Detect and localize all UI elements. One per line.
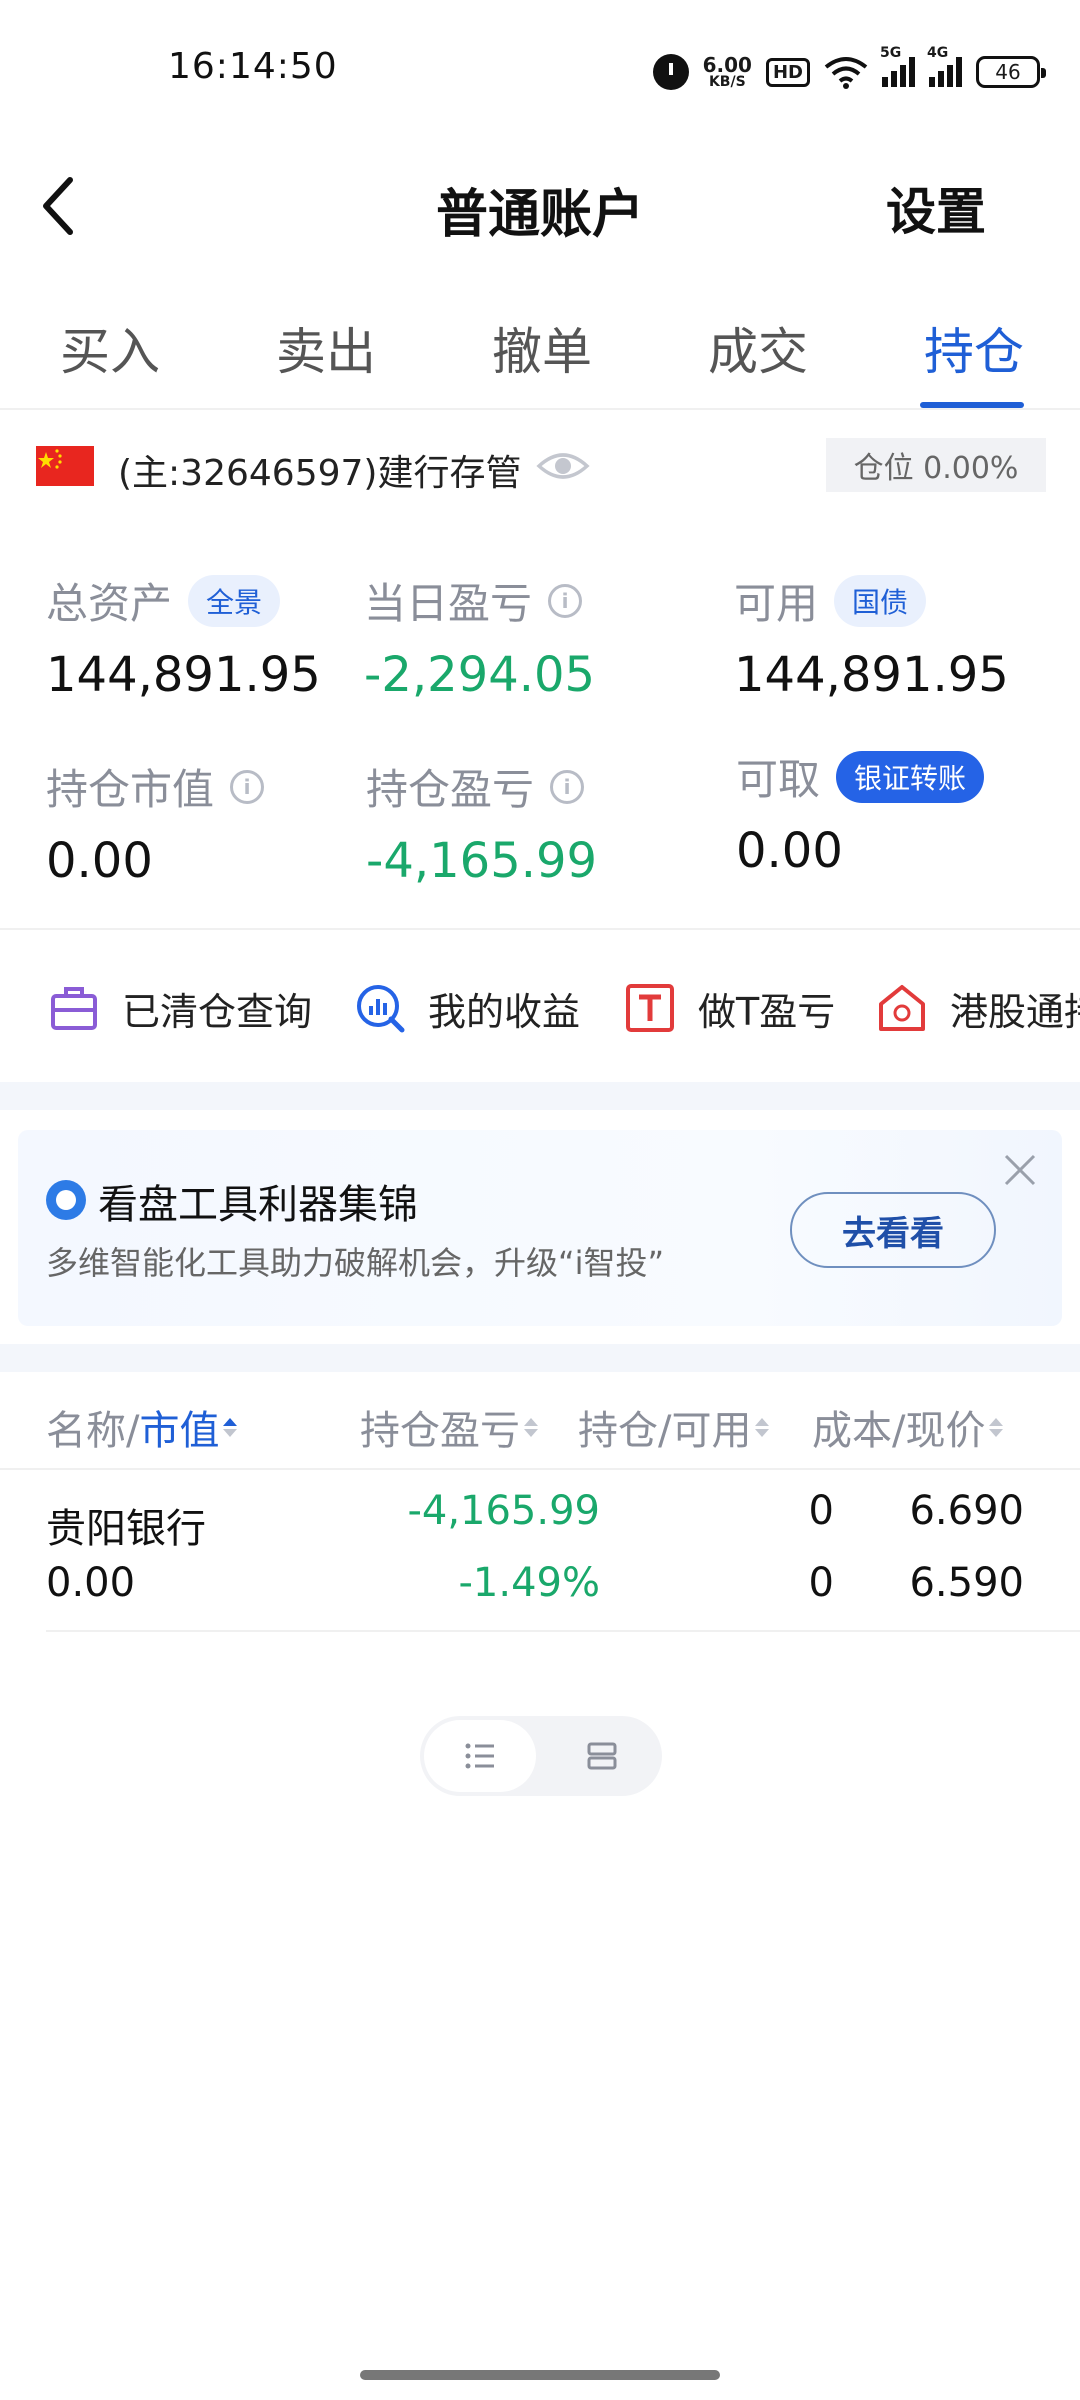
treasury-bond-chip[interactable]: 国债: [834, 574, 927, 627]
daily-pnl-label: 当日盈亏: [364, 579, 533, 628]
col-cost-price[interactable]: 成本/现价: [812, 1398, 1004, 1456]
position-ratio-pill: 仓位 0.00%: [826, 438, 1046, 492]
close-icon[interactable]: [1000, 1150, 1040, 1190]
quick-tools: 已清仓查询 我的收益 做T盈亏 港股通持: [0, 970, 1080, 1050]
market-value: 持仓市值 i 0.00: [46, 756, 265, 889]
tab-deals[interactable]: 成交: [708, 312, 808, 384]
hk-house-icon: [876, 982, 928, 1034]
market-value-value: 0.00: [46, 833, 153, 889]
stock-price: 6.590: [909, 1560, 1024, 1606]
stock-pnl-pct: -1.49%: [458, 1560, 600, 1606]
divider: [0, 928, 1080, 930]
total-assets: 总资产 全景 144,891.95: [46, 570, 321, 703]
table-row[interactable]: 贵阳银行 0.00 -4,165.99 -1.49% 0 0 6.690 6.5…: [46, 1470, 1080, 1632]
promo-banner[interactable]: 看盘工具利器集锦 多维智能化工具助力破解机会，升级“i智投” 去看看: [18, 1130, 1062, 1326]
withdrawable-label: 可取: [736, 755, 821, 804]
account-name[interactable]: (主:32646597)建行存管: [118, 444, 521, 496]
view-toggle: [420, 1716, 662, 1796]
signal-5g-icon: 5G: [880, 45, 915, 87]
tab-positions[interactable]: 持仓: [924, 312, 1024, 384]
sort-icon: [223, 1417, 238, 1437]
promo-subtitle: 多维智能化工具助力破解机会，升级“i智投”: [46, 1244, 665, 1282]
daily-pnl: 当日盈亏 i -2,294.05: [364, 570, 595, 703]
tab-buy[interactable]: 买入: [60, 312, 160, 384]
sort-icon: [524, 1417, 538, 1437]
active-tab-indicator: [920, 402, 1024, 408]
withdrawable-value: 0.00: [736, 823, 843, 879]
chart-search-icon: [354, 982, 406, 1034]
tool-cleared-positions[interactable]: 已清仓查询: [48, 978, 312, 1038]
info-icon[interactable]: i: [548, 583, 583, 618]
sort-icon: [755, 1417, 770, 1437]
eye-icon[interactable]: [536, 444, 590, 488]
alarm-icon: [652, 54, 689, 90]
tab-sell[interactable]: 卖出: [276, 312, 376, 384]
daily-pnl-value: -2,294.05: [364, 647, 596, 703]
tab-cancel[interactable]: 撤单: [492, 312, 592, 384]
available-label: 可用: [734, 579, 819, 628]
stock-position: 0: [808, 1488, 834, 1534]
info-icon[interactable]: i: [550, 769, 585, 804]
stock-cost: 6.690: [909, 1488, 1024, 1534]
hd-icon: HD: [765, 57, 810, 87]
settings-button[interactable]: 设置: [886, 172, 986, 244]
position-pnl-value: -4,165.99: [366, 833, 598, 889]
tool-hk-connect[interactable]: 港股通持: [876, 978, 1080, 1038]
holdings-table-header: 名称/市值 持仓盈亏 持仓/可用 成本/现价: [0, 1390, 1080, 1470]
stock-available: 0: [808, 1560, 834, 1606]
list-view-button[interactable]: [424, 1720, 536, 1792]
promo-go-button[interactable]: 去看看: [790, 1192, 996, 1268]
battery-icon: 46: [976, 56, 1046, 88]
market-value-label: 持仓市值: [46, 765, 215, 814]
total-assets-value: 144,891.95: [46, 647, 321, 703]
section-gap: [0, 1082, 1080, 1110]
position-pnl-label: 持仓盈亏: [366, 765, 535, 814]
list-icon: [465, 1743, 494, 1769]
china-flag-icon: [36, 446, 94, 486]
net-speed: 6.00 KB/S: [702, 53, 752, 90]
available-funds: 可用 国债 144,891.95: [734, 570, 1009, 703]
sort-icon: [989, 1417, 1004, 1437]
asset-summary: 总资产 全景 144,891.95 当日盈亏 i -2,294.05 可用 国债…: [0, 560, 1080, 920]
available-value: 144,891.95: [734, 647, 1009, 703]
t-box-icon: [624, 982, 676, 1034]
account-row: (主:32646597)建行存管 仓位 0.00%: [36, 438, 1046, 498]
stock-name: 贵阳银行: [46, 1506, 206, 1552]
card-view-button[interactable]: [546, 1720, 658, 1792]
card-icon: [587, 1742, 617, 1770]
status-icons: 6.00 KB/S HD 5G 4G 46: [652, 45, 1046, 96]
tool-my-earnings[interactable]: 我的收益: [354, 978, 580, 1038]
trade-tabs: 买入 卖出 撤单 成交 持仓: [0, 300, 1080, 410]
stock-pnl: -4,165.99: [407, 1488, 600, 1534]
briefcase-icon: [48, 982, 100, 1034]
section-gap: [0, 1344, 1080, 1372]
badge-icon: [46, 1180, 86, 1220]
stock-market-value: 0.00: [46, 1560, 136, 1606]
wifi-icon: [824, 55, 868, 89]
app-header: 普通账户 设置: [0, 150, 1080, 260]
info-icon[interactable]: i: [230, 769, 265, 804]
promo-title: 看盘工具利器集锦: [98, 1182, 418, 1228]
status-time: 16:14:50: [168, 46, 338, 87]
col-position-available[interactable]: 持仓/可用: [578, 1398, 770, 1456]
signal-4g-icon: 4G: [927, 45, 962, 87]
panorama-chip[interactable]: 全景: [188, 574, 281, 627]
tool-t-trade-pnl[interactable]: 做T盈亏: [624, 978, 835, 1038]
col-position-pnl[interactable]: 持仓盈亏: [360, 1398, 538, 1456]
total-assets-label: 总资产: [46, 579, 173, 628]
status-bar: 16:14:50 6.00 KB/S HD 5G 4G 46: [0, 0, 1080, 140]
col-name-market-value[interactable]: 名称/市值: [46, 1398, 238, 1456]
bank-transfer-button[interactable]: 银证转账: [836, 750, 985, 803]
withdrawable-funds: 可取 银证转账 0.00: [736, 746, 985, 879]
position-pnl: 持仓盈亏 i -4,165.99: [366, 756, 597, 889]
home-indicator[interactable]: [360, 2370, 720, 2380]
